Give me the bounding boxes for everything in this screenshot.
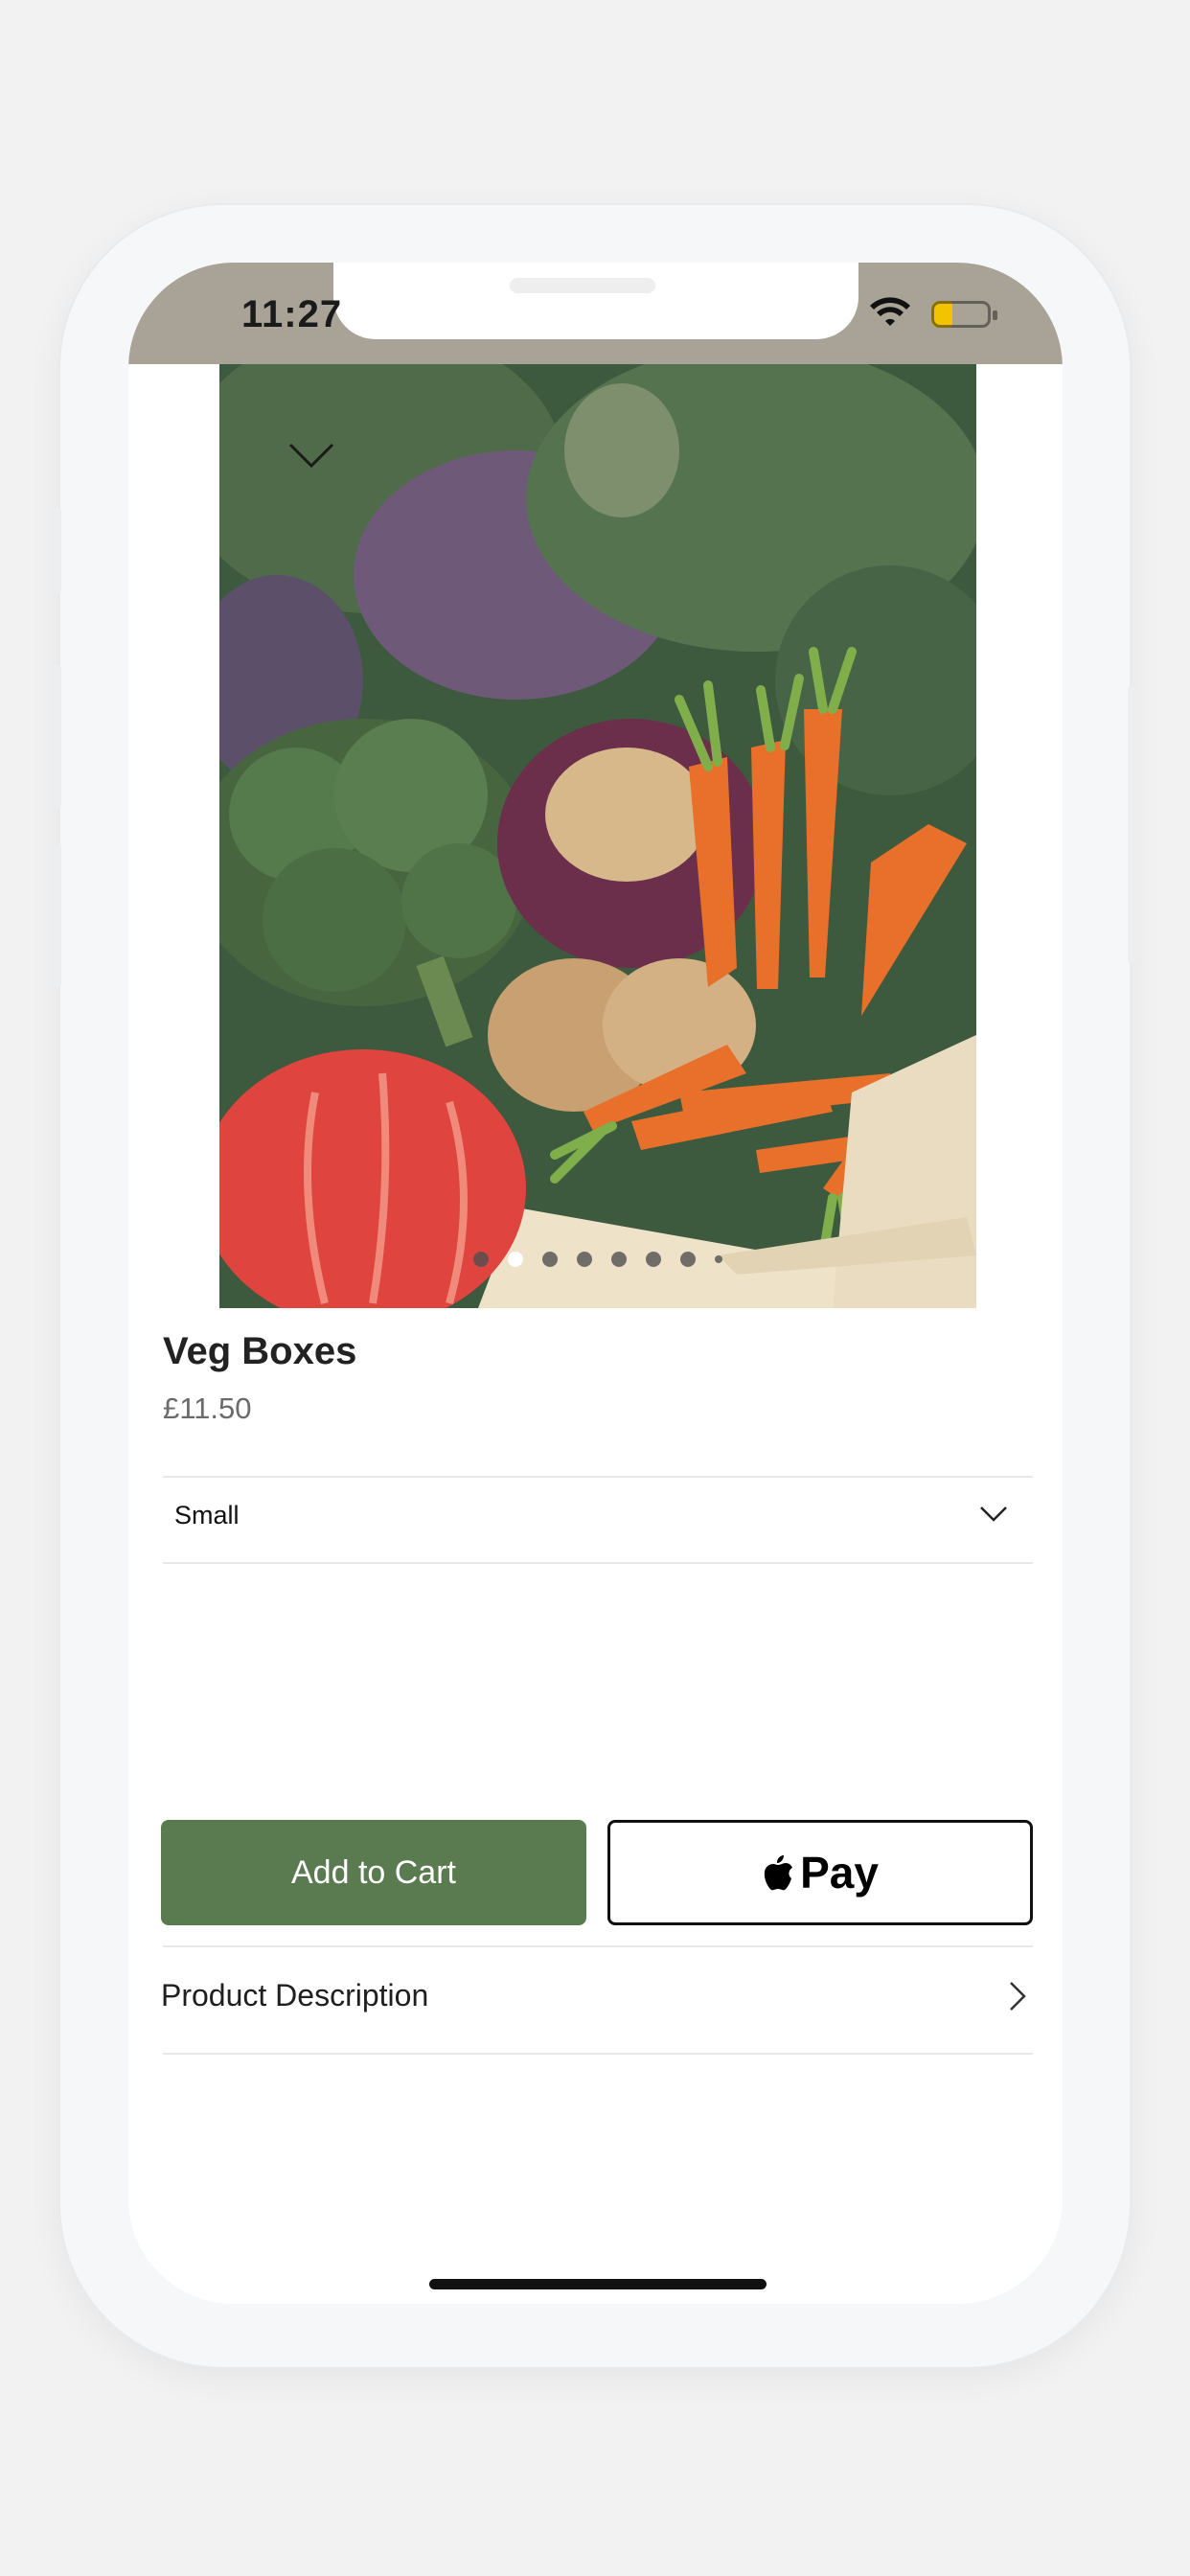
- phone-screen: 11:27 Veg Boxes £11.50 Small Add to Cart…: [128, 263, 1063, 2304]
- apple-pay-button[interactable]: Pay: [607, 1820, 1033, 1925]
- wifi-icon: [870, 297, 910, 326]
- gallery-dot[interactable]: [611, 1252, 627, 1267]
- collapse-chevron-icon[interactable]: [286, 441, 336, 470]
- chevron-down-icon: [980, 1506, 1007, 1522]
- volume-down-button: [53, 843, 61, 987]
- product-image-gallery[interactable]: [219, 364, 976, 1308]
- mute-switch: [53, 508, 61, 594]
- apple-logo-icon: [764, 1855, 793, 1891]
- product-price: £11.50: [163, 1392, 252, 1425]
- size-select-value: Small: [174, 1501, 240, 1530]
- status-bar: 11:27: [128, 263, 1063, 378]
- gallery-dot[interactable]: [542, 1252, 558, 1267]
- gallery-dot[interactable]: [646, 1252, 661, 1267]
- gallery-dot-active[interactable]: [508, 1252, 523, 1267]
- gallery-dot[interactable]: [680, 1252, 696, 1267]
- product-description-label: Product Description: [161, 1978, 429, 2012]
- add-to-cart-button[interactable]: Add to Cart: [161, 1820, 586, 1925]
- gallery-dot[interactable]: [715, 1255, 722, 1263]
- size-select[interactable]: Small: [163, 1478, 1033, 1560]
- chevron-right-icon: [1010, 1982, 1026, 2011]
- gallery-dot[interactable]: [577, 1252, 592, 1267]
- product-title: Veg Boxes: [163, 1330, 357, 1372]
- battery-icon: [931, 301, 997, 328]
- status-time: 11:27: [241, 293, 343, 335]
- divider: [163, 2053, 1033, 2055]
- product-image: [219, 364, 976, 1308]
- divider: [163, 1562, 1033, 1564]
- product-page: Veg Boxes £11.50 Small Add to Cart Pay P…: [128, 364, 1063, 2304]
- home-indicator[interactable]: [429, 2279, 767, 2289]
- product-description-row[interactable]: Product Description: [161, 1945, 1033, 2051]
- gallery-pagination[interactable]: [219, 1252, 976, 1267]
- gallery-dot[interactable]: [473, 1252, 489, 1267]
- volume-up-button: [53, 665, 61, 809]
- notch: [333, 263, 858, 339]
- power-button: [1128, 686, 1136, 964]
- apple-pay-label: Pay: [800, 1848, 879, 1898]
